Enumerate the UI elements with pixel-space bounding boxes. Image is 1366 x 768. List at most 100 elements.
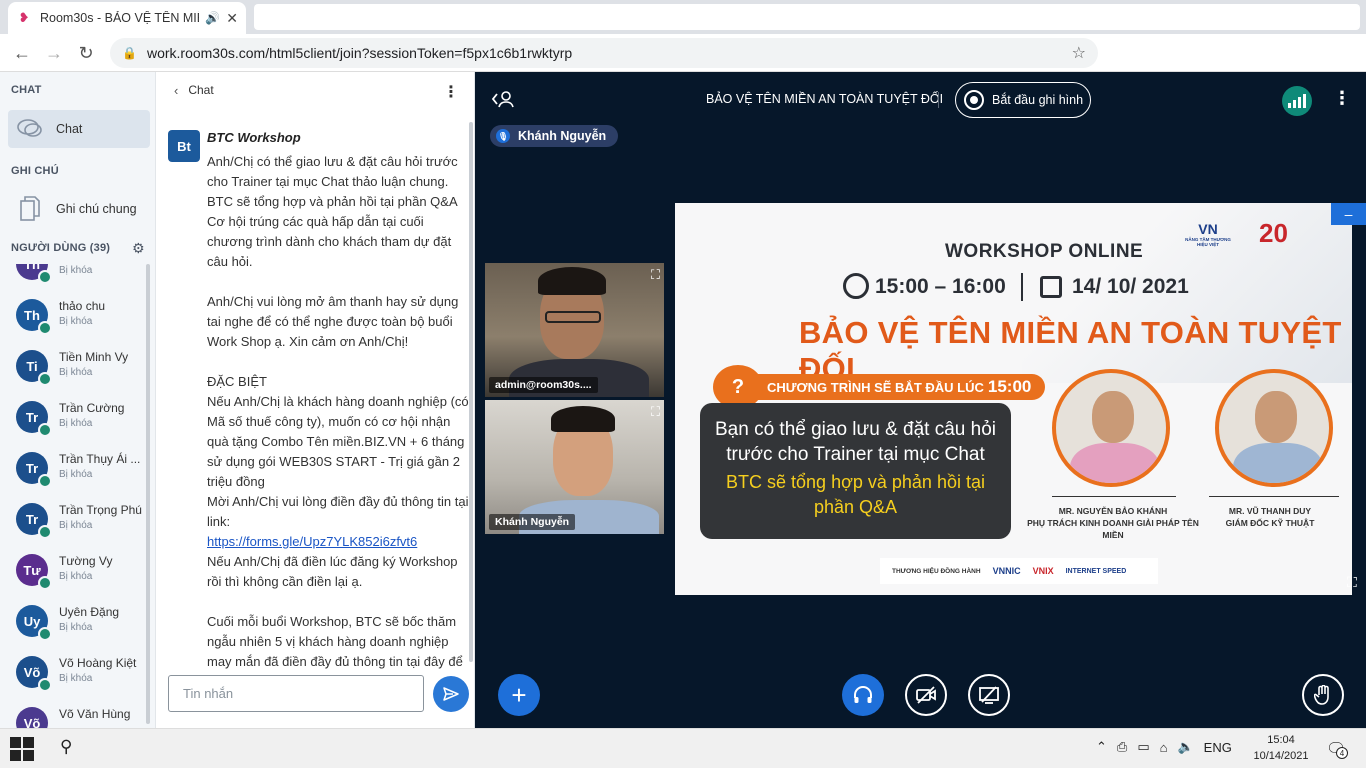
- camera-off-button[interactable]: [905, 674, 947, 716]
- user-list-item[interactable]: Th thảo chu Bị khóa: [16, 299, 146, 349]
- fullscreen-icon[interactable]: ⛶: [651, 404, 660, 420]
- microphone-icon: 🎙: [496, 129, 510, 143]
- network-icon[interactable]: ⌂: [1160, 740, 1168, 755]
- connection-status-icon[interactable]: [1282, 86, 1312, 116]
- headphones-icon: [854, 686, 872, 703]
- os-taskbar: ⚲ ⌃ ⎙ ▭ ⌂ 🔈 ENG 15:04 10/14/2021 🗨4: [0, 728, 1366, 768]
- more-options-icon[interactable]: ⋮: [443, 82, 459, 102]
- reload-icon[interactable]: ↻: [74, 41, 98, 65]
- chevron-left-icon[interactable]: ‹: [174, 83, 178, 98]
- volume-icon[interactable]: 🔈: [1177, 739, 1193, 755]
- sidebar-item-chat-label: Chat: [56, 122, 83, 136]
- headphones-button[interactable]: [842, 674, 884, 716]
- message-paragraph: Anh/Chị vui lòng mở âm thanh hay sử dụng…: [207, 294, 459, 349]
- user-lock-status: Bị khóa: [59, 571, 93, 582]
- partner-logo: VNIX: [1032, 566, 1054, 576]
- user-list-item[interactable]: Tr Trần Trọng Phú Bị khóa: [16, 503, 146, 553]
- tab-close-icon[interactable]: ✕: [226, 10, 238, 27]
- meet-now-icon[interactable]: ⎙: [1117, 739, 1127, 755]
- chat-panel: ‹ Chat ⋮ Bt BTC Workshop Anh/Chị có thể …: [156, 72, 475, 728]
- notes-section-title: GHI CHÚ: [11, 165, 59, 177]
- presentation-slide: VN NÂNG TẦM THƯƠNG HIỆU VIỆT 20 WORKSHOP …: [675, 203, 1352, 595]
- webcam-label[interactable]: admin@room30s....: [489, 377, 598, 393]
- webcam-tile[interactable]: admin@room30s.... ⛶: [485, 263, 664, 397]
- search-icon[interactable]: ⚲: [60, 737, 72, 757]
- user-status-icon: [38, 321, 52, 335]
- sidebar-item-chat[interactable]: Chat: [8, 110, 150, 148]
- minimize-presentation-button[interactable]: –: [1331, 203, 1366, 225]
- browser-tab[interactable]: ❥ Room30s - BẢO VỆ TÊN MIỀN 🔊 ✕: [8, 2, 246, 34]
- webcam-tile[interactable]: Khánh Nguyễn ⛶: [485, 400, 664, 534]
- user-list-scrollbar[interactable]: [146, 264, 150, 724]
- video-off-icon: [916, 686, 936, 704]
- left-sidebar: CHAT Chat GHI CHÚ Ghi chú chung NGƯỜI DÙ…: [0, 72, 156, 728]
- user-status-icon: [38, 423, 52, 437]
- user-status-icon: [38, 525, 52, 539]
- fullscreen-icon[interactable]: ⛶: [1347, 574, 1357, 591]
- gear-icon[interactable]: ⚙: [132, 240, 145, 257]
- battery-icon[interactable]: ▭: [1137, 739, 1149, 755]
- chat-scrollbar[interactable]: [469, 122, 473, 662]
- windows-start-icon[interactable]: [10, 737, 34, 761]
- user-name: Uyên Đặng: [59, 605, 120, 619]
- header-divider: [938, 92, 939, 108]
- message-paragraph: Cuối mỗi buổi Workshop, BTC sẽ bốc thăm …: [207, 614, 463, 669]
- user-list-item[interactable]: Tư Tường Vy Bị khóa: [16, 554, 146, 604]
- actions-plus-button[interactable]: +: [498, 674, 540, 716]
- back-arrow-icon[interactable]: ←: [10, 41, 34, 65]
- user-list-item[interactable]: Tr Trần Cường Bị khóa: [16, 401, 146, 451]
- user-list-item[interactable]: Võ Võ Hoàng Kiệt Bị khóa: [16, 656, 146, 706]
- user-list-item[interactable]: Uy Uyên Đặng Bị khóa: [16, 605, 146, 655]
- slide-time: 15:00 – 16:00: [875, 275, 1006, 298]
- raise-hand-button[interactable]: [1302, 674, 1344, 716]
- record-button[interactable]: Bắt đầu ghi hình: [955, 82, 1091, 118]
- user-status-icon: [38, 678, 52, 692]
- eyeglasses: [545, 311, 601, 323]
- partners-strip: THƯƠNG HIỆU ĐỒNG HÀNH VNNIC VNIX INTERNE…: [880, 558, 1158, 584]
- forward-arrow-icon[interactable]: →: [42, 41, 66, 65]
- more-options-icon[interactable]: ⋮: [1333, 88, 1351, 109]
- chat-back-label[interactable]: Chat: [188, 83, 213, 97]
- message-paragraph: Nếu Anh/Chị đã điền lúc đăng ký Workshop…: [207, 554, 458, 589]
- form-link[interactable]: https://forms.gle/Upz7YLK852i6zfvt6: [207, 534, 417, 549]
- user-name: Trần Thụy Ái ...: [59, 452, 141, 466]
- user-name: thảo chu: [59, 299, 106, 313]
- bookmark-star-icon[interactable]: ☆: [1072, 43, 1086, 63]
- screen-share-off-icon: [979, 686, 999, 704]
- message-input[interactable]: Tin nhắn: [168, 675, 424, 712]
- new-tab-area[interactable]: [254, 4, 1360, 30]
- message-paragraph: ĐẶC BIỆT: [207, 374, 267, 389]
- webcam-label[interactable]: Khánh Nguyễn: [489, 514, 576, 530]
- tab-audio-icon[interactable]: 🔊: [205, 11, 220, 25]
- record-icon: [964, 90, 984, 110]
- speaker-photo: [1052, 369, 1170, 487]
- user-list: Th Bị khóa Th thảo chu Bị khóa Ti Tiền Minh Vy…: [0, 264, 148, 728]
- vn-brand-logo: VN NÂNG TẦM THƯƠNG HIỆU VIỆT: [1185, 221, 1231, 247]
- user-lock-status: Bị khóa: [59, 316, 93, 327]
- talking-indicator: 🎙 Khánh Nguyễn: [490, 125, 619, 147]
- talker-name: Khánh Nguyễn: [518, 129, 607, 143]
- speaker1-caption: MR. NGUYỄN BẢO KHÁNH PHỤ TRÁCH KINH DOANH…: [1027, 506, 1199, 540]
- user-list-toggle-icon[interactable]: [491, 90, 515, 112]
- user-status-icon: [38, 372, 52, 386]
- fullscreen-icon[interactable]: ⛶: [651, 267, 660, 283]
- user-list-item[interactable]: Ti Tiền Minh Vy Bị khóa: [16, 350, 146, 400]
- screen-share-button[interactable]: [968, 674, 1010, 716]
- user-list-item[interactable]: Th Bị khóa: [16, 264, 146, 298]
- notification-center-icon[interactable]: 🗨4: [1326, 739, 1348, 759]
- language-indicator[interactable]: ENG: [1204, 740, 1232, 755]
- browser-tab-strip: ❥ Room30s - BẢO VỆ TÊN MIỀN 🔊 ✕: [0, 0, 1366, 34]
- taskbar-clock[interactable]: 15:04 10/14/2021: [1242, 732, 1320, 764]
- user-list-item[interactable]: Tr Trần Thụy Ái ... Bị khóa: [16, 452, 146, 502]
- document-icon: [16, 195, 44, 223]
- user-list-item[interactable]: Võ Võ Văn Hùng: [16, 707, 146, 728]
- sidebar-item-notes[interactable]: Ghi chú chung: [8, 190, 150, 228]
- message-body: Anh/Chị có thể giao lưu & đặt câu hỏi tr…: [207, 152, 469, 672]
- tab-title: Room30s - BẢO VỆ TÊN MIỀN: [40, 11, 200, 25]
- send-button[interactable]: [433, 676, 469, 712]
- user-name: Võ Văn Hùng: [59, 707, 131, 721]
- chevron-up-icon[interactable]: ⌃: [1096, 739, 1107, 755]
- address-bar[interactable]: 🔒 work.room30s.com/html5client/join?sess…: [110, 38, 1098, 68]
- slide-message-white: Bạn có thể giao lưu & đặt câu hỏi trước …: [714, 419, 997, 465]
- url-text: work.room30s.com/html5client/join?sessio…: [146, 45, 573, 61]
